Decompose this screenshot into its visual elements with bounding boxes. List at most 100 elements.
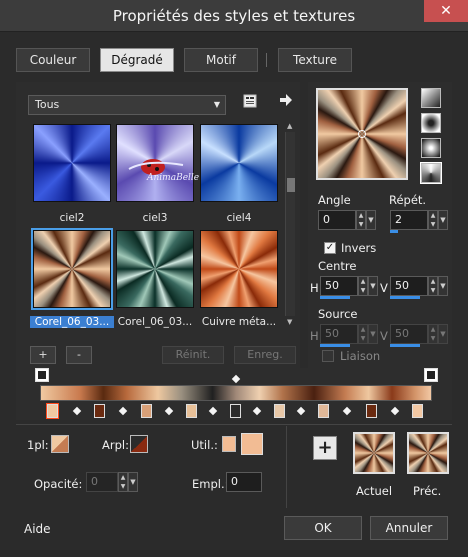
color-stop-marker-icon[interactable]: [318, 404, 329, 418]
center-v-level-bar: [390, 296, 420, 299]
repeat-input[interactable]: 2: [390, 210, 428, 230]
chevron-down-icon: ▼: [213, 100, 220, 109]
add-swatch-button[interactable]: +: [313, 436, 337, 460]
source-v-stepper[interactable]: ▲ ▼: [428, 324, 438, 344]
source-h-level-bar: [320, 344, 350, 347]
invert-checkbox[interactable]: ✓: [324, 242, 336, 254]
user-color-large-swatch[interactable]: [241, 433, 263, 455]
reset-button[interactable]: Réinit.: [162, 346, 224, 364]
gradient-bar[interactable]: [40, 385, 432, 401]
tab-texture[interactable]: Texture: [278, 48, 352, 72]
cancel-button[interactable]: Annuler: [370, 516, 448, 540]
sunburst-style-icon[interactable]: [420, 162, 442, 184]
angle-dropdown-icon[interactable]: ▼: [366, 210, 376, 230]
close-button[interactable]: ✕: [424, 0, 468, 22]
current-swatch[interactable]: [353, 432, 395, 474]
tab-couleur[interactable]: Couleur: [16, 48, 90, 72]
foreground-swatch-icon[interactable]: [51, 435, 69, 453]
repeat-dropdown-icon[interactable]: ▼: [438, 210, 448, 230]
gradient-thumbnail-corel-06-03-b[interactable]: [116, 230, 194, 308]
background-swatch-icon[interactable]: [130, 435, 148, 453]
tab-degrade[interactable]: Dégradé: [100, 48, 174, 72]
angle-label: Angle: [318, 193, 351, 207]
library-scrollbar[interactable]: [285, 132, 295, 316]
location-label: Empl.:: [192, 477, 229, 491]
center-h-level-bar: [320, 296, 350, 299]
invert-label: Invers: [341, 241, 377, 255]
add-gradient-button[interactable]: +: [30, 346, 56, 364]
color-stop-marker-icon[interactable]: [94, 404, 105, 418]
scroll-down-icon[interactable]: ▼: [287, 318, 292, 326]
scroll-up-icon[interactable]: ▲: [287, 122, 292, 130]
divider: [16, 424, 452, 425]
center-handle-icon[interactable]: [358, 130, 366, 138]
color-stop-marker-icon[interactable]: [46, 403, 59, 419]
opacity-end-marker-icon[interactable]: [424, 368, 438, 382]
center-h-input[interactable]: 50: [320, 276, 358, 296]
source-v-level-bar: [390, 344, 420, 347]
center-h-dropdown-icon[interactable]: ▼: [368, 276, 378, 296]
color-stop-marker-icon[interactable]: [366, 404, 377, 418]
color-stop-marker-icon[interactable]: [141, 404, 152, 418]
repeat-stepper[interactable]: ▲ ▼: [428, 210, 438, 230]
window-title: Propriétés des styles et textures: [112, 7, 356, 25]
radial-style-icon[interactable]: [421, 138, 441, 158]
rectangular-style-icon[interactable]: [421, 113, 441, 133]
divider: [286, 426, 287, 508]
arrow-right-icon[interactable]: [276, 93, 296, 113]
linear-style-icon[interactable]: [421, 88, 441, 108]
previous-swatch[interactable]: [407, 432, 449, 474]
center-v-label: V: [380, 281, 388, 295]
gradient-preview[interactable]: [316, 88, 408, 180]
angle-stepper[interactable]: ▲ ▼: [356, 210, 366, 230]
source-v-input[interactable]: 50: [390, 324, 428, 344]
source-h-input[interactable]: 50: [320, 324, 358, 344]
remove-gradient-button[interactable]: -: [66, 346, 92, 364]
color-stop-marker-icon[interactable]: [274, 404, 285, 418]
current-label: Actuel: [356, 484, 393, 498]
thumbnail-label-selected: Corel_06_03...: [30, 316, 114, 328]
tab-motif[interactable]: Motif: [184, 48, 258, 72]
center-v-stepper[interactable]: ▲ ▼: [428, 276, 438, 296]
color-stop-marker-icon[interactable]: [230, 404, 241, 418]
color-stop-marker-icon[interactable]: [186, 404, 197, 418]
source-v-label: V: [380, 329, 388, 343]
opacity-label: Opacité:: [34, 477, 83, 491]
link-checkbox[interactable]: [322, 350, 334, 362]
gradient-thumbnail-cuivre-metal[interactable]: [200, 230, 278, 308]
location-input[interactable]: 0: [226, 472, 262, 492]
tab-bar: Couleur Dégradé Motif Texture: [16, 48, 448, 72]
gradient-thumbnail-ciel3[interactable]: AnimaBelle: [116, 124, 199, 202]
angle-input[interactable]: 0: [318, 210, 356, 230]
background-label: Arpl:: [102, 438, 129, 452]
opacity-start-marker-icon[interactable]: [35, 368, 49, 382]
source-v-dropdown-icon[interactable]: ▼: [438, 324, 448, 344]
source-h-stepper[interactable]: ▲ ▼: [358, 324, 368, 344]
watermark-text: AnimaBelle: [147, 173, 200, 183]
save-button[interactable]: Enreg.: [234, 346, 296, 364]
ok-button[interactable]: OK: [284, 516, 362, 540]
user-color-swatch-icon[interactable]: [222, 436, 236, 452]
foreground-label: 1pl:: [27, 438, 49, 452]
dropdown-value: Tous: [35, 98, 60, 111]
library-category-dropdown[interactable]: Tous ▼: [28, 95, 226, 115]
scrollbar-thumb[interactable]: [287, 178, 295, 192]
repeat-level-bar: [390, 230, 398, 233]
opacity-stepper[interactable]: ▲ ▼: [118, 472, 128, 492]
opacity-input[interactable]: 0: [86, 472, 118, 492]
gradient-thumbnail-corel-06-03-a[interactable]: [31, 228, 113, 310]
center-v-dropdown-icon[interactable]: ▼: [438, 276, 448, 296]
color-stop-marker-icon[interactable]: [412, 404, 423, 418]
thumbnail-label: ciel2: [59, 212, 85, 224]
opacity-dropdown-icon[interactable]: ▼: [128, 472, 138, 492]
library-menu-icon[interactable]: [240, 94, 260, 114]
center-h-stepper[interactable]: ▲ ▼: [358, 276, 368, 296]
help-link[interactable]: Aide: [24, 522, 51, 536]
source-h-dropdown-icon[interactable]: ▼: [368, 324, 378, 344]
tab-separator: [266, 53, 267, 67]
center-v-input[interactable]: 50: [390, 276, 428, 296]
thumbnail-label: Cuivre méta...: [201, 316, 277, 328]
gradient-thumbnail-ciel2[interactable]: [33, 124, 111, 202]
gradient-thumbnail-ciel4[interactable]: [200, 124, 278, 202]
user-label: Util.:: [191, 438, 218, 452]
